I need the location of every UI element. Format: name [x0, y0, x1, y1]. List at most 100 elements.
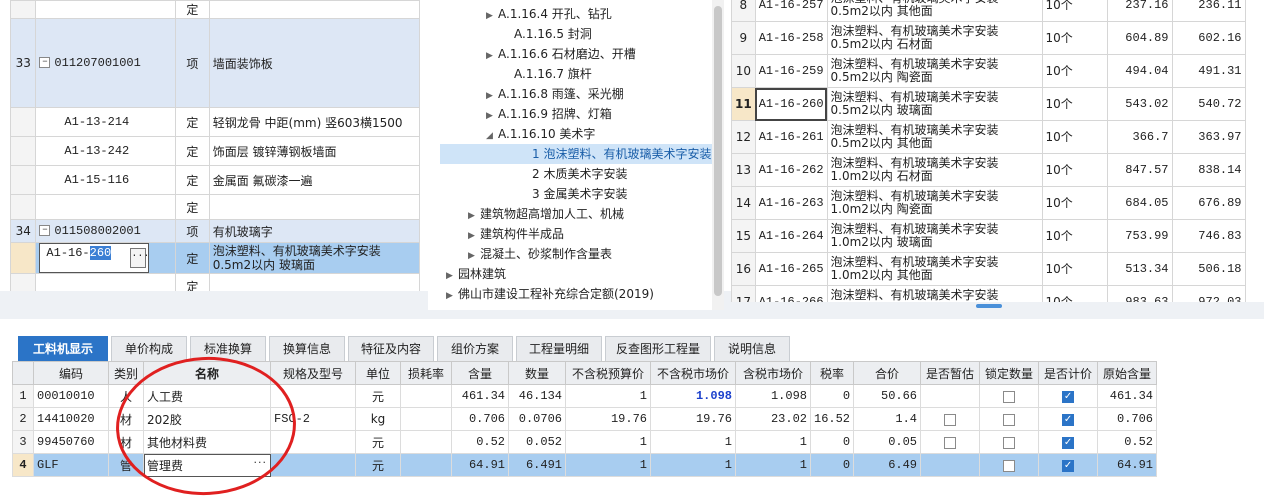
tree-expand-icon[interactable]: ▶: [446, 266, 458, 286]
lock-cell[interactable]: [979, 453, 1040, 477]
column-header[interactable]: 数量: [508, 361, 566, 385]
quota-list-row[interactable]: 10 A1-16-259 泡沫塑料、有机玻璃美术字安装 0.5m2以内 陶瓷面 10个…: [731, 54, 1246, 88]
type-cell[interactable]: 定: [175, 0, 210, 19]
column-header[interactable]: 编码: [33, 361, 109, 385]
checkbox-unchecked-icon[interactable]: [944, 436, 957, 449]
quota-list-row[interactable]: 13 A1-16-262 泡沫塑料、有机玻璃美术字安装 1.0m2以内 石材面 10个…: [731, 153, 1246, 187]
qty_content-cell[interactable]: 461.34: [451, 384, 509, 408]
quota-code[interactable]: A1-16-263: [754, 186, 828, 220]
quota-list-row[interactable]: 12 A1-16-261 泡沫塑料、有机玻璃美术字安装 0.5m2以内 其他面 10个…: [731, 120, 1246, 154]
code-cell[interactable]: 14410020: [33, 407, 109, 431]
cat-cell[interactable]: 人: [108, 384, 144, 408]
name-cell[interactable]: [208, 273, 420, 291]
tab-2[interactable]: 标准换算: [190, 336, 266, 361]
quota-code[interactable]: A1-16-259: [754, 54, 828, 88]
tree-node[interactable]: A.1.16.7 旗杆: [502, 64, 592, 84]
tree-expand-icon[interactable]: ◢: [486, 126, 498, 146]
quota-list-row[interactable]: 9 A1-16-258 泡沫塑料、有机玻璃美术字安装 0.5m2以内 石材面 10个 6…: [731, 21, 1246, 55]
column-header[interactable]: 税率: [809, 361, 855, 385]
type-cell[interactable]: 定: [175, 136, 210, 166]
tree-expand-icon[interactable]: ▶: [486, 6, 498, 26]
code-cell[interactable]: [35, 0, 177, 19]
lock-cell[interactable]: [979, 430, 1040, 454]
tab-1[interactable]: 单价构成: [111, 336, 187, 361]
checkbox-unchecked-icon[interactable]: [1003, 459, 1016, 472]
loss-cell[interactable]: [400, 407, 452, 431]
type-cell[interactable]: 定: [175, 273, 210, 291]
column-header[interactable]: 不含税市场价: [650, 361, 736, 385]
unit-cell[interactable]: 元: [355, 453, 401, 477]
orig-cell[interactable]: 0.706: [1097, 407, 1158, 431]
spec-cell[interactable]: FSC-2: [270, 407, 356, 431]
no-cell[interactable]: 4: [12, 453, 34, 477]
tree-node[interactable]: ▶ 混凝土、砂浆制作含量表: [468, 244, 612, 264]
quota-list-row[interactable]: 16 A1-16-265 泡沫塑料、有机玻璃美术字安装 1.0m2以内 其他面 10个…: [731, 252, 1246, 286]
budget-cell[interactable]: 1: [565, 430, 651, 454]
name-cell[interactable]: 墙面装饰板: [208, 18, 420, 108]
loss-cell[interactable]: [400, 384, 452, 408]
code-cell[interactable]: [35, 194, 177, 220]
column-header[interactable]: 是否暂估: [920, 361, 981, 385]
tree-expand-icon[interactable]: ▶: [446, 286, 458, 306]
column-header[interactable]: 原始含量: [1097, 361, 1158, 385]
priced-cell[interactable]: ✓: [1038, 453, 1099, 477]
qty_content-cell[interactable]: 64.91: [451, 453, 509, 477]
name-cell[interactable]: 有机玻璃字: [208, 219, 420, 243]
unit-cell[interactable]: 元: [355, 430, 401, 454]
market-cell[interactable]: 1.098: [650, 384, 736, 408]
column-header[interactable]: 不含税预算价: [565, 361, 651, 385]
no-cell[interactable]: 3: [12, 430, 34, 454]
column-header[interactable]: 单位: [355, 361, 401, 385]
spec-cell[interactable]: [270, 384, 356, 408]
checkbox-checked-icon[interactable]: ✓: [1062, 436, 1075, 449]
type-cell[interactable]: 定: [175, 242, 210, 274]
name-cell[interactable]: 金属面 氟碳漆一遍: [208, 165, 420, 195]
cat-cell[interactable]: 管: [108, 453, 144, 477]
column-header[interactable]: 规格及型号: [270, 361, 356, 385]
code-cell[interactable]: A1-16-260 ···: [35, 242, 177, 274]
quota-row[interactable]: A1-16-260 ··· 定泡沫塑料、有机玻璃美术字安装 0.5m2以内 玻璃面: [10, 242, 420, 274]
name-cell[interactable]: 202胶: [143, 407, 271, 431]
code-edit-box[interactable]: A1-16-260 ···: [39, 243, 149, 273]
tab-7[interactable]: 反查图形工程量: [605, 336, 711, 361]
type-cell[interactable]: 定: [175, 165, 210, 195]
code-cell[interactable]: GLF: [33, 453, 109, 477]
quota-row[interactable]: 定: [10, 0, 420, 19]
qty-cell[interactable]: 0.052: [508, 430, 566, 454]
column-header[interactable]: 损耗率: [400, 361, 452, 385]
tree-scrollbar[interactable]: [712, 0, 724, 310]
hscroll-thumb[interactable]: [976, 304, 1002, 308]
no-cell[interactable]: 2: [12, 407, 34, 431]
checkbox-unchecked-icon[interactable]: [1003, 413, 1016, 426]
type-cell[interactable]: 项: [175, 219, 210, 243]
name-cell[interactable]: 管理费 ···: [143, 453, 271, 477]
market_tax-cell[interactable]: 1: [735, 430, 811, 454]
name-cell[interactable]: 饰面层 镀锌薄钢板墙面: [208, 136, 420, 166]
column-header[interactable]: 合价: [853, 361, 922, 385]
tree-expand-icon[interactable]: ▶: [468, 226, 480, 246]
total-cell[interactable]: 0.05: [853, 430, 922, 454]
market_tax-cell[interactable]: 23.02: [735, 407, 811, 431]
tab-4[interactable]: 特征及内容: [348, 336, 434, 361]
column-header[interactable]: 是否计价: [1038, 361, 1099, 385]
checkbox-unchecked-icon[interactable]: [944, 413, 957, 426]
column-header[interactable]: 锁定数量: [979, 361, 1040, 385]
market_tax-cell[interactable]: 1.098: [735, 384, 811, 408]
quota-list-row[interactable]: 17A1-16-266泡沫塑料、有机玻璃美术字安装 1.0m210个983.63…: [731, 285, 1246, 302]
name-cell[interactable]: 人工费: [143, 384, 271, 408]
priced-cell[interactable]: ✓: [1038, 384, 1099, 408]
code-cell[interactable]: A1-13-242: [35, 136, 177, 166]
name-cell[interactable]: 其他材料费: [143, 430, 271, 454]
tab-5[interactable]: 组价方案: [437, 336, 513, 361]
no-cell[interactable]: 1: [12, 384, 34, 408]
quota-code[interactable]: A1-16-264: [754, 219, 828, 253]
material-row[interactable]: 1 00010010 人人工费 元 461.34 46.134 1 1.098 1.098 0 50…: [12, 384, 1158, 408]
tree-scroll-thumb[interactable]: [714, 6, 722, 296]
material-row[interactable]: 2 14410020 材 202胶 FSC-2 kg 0.706 0.0706 19.76 19.…: [12, 407, 1158, 431]
ellipsis-icon[interactable]: ···: [130, 248, 149, 268]
orig-cell[interactable]: 461.34: [1097, 384, 1158, 408]
qty-cell[interactable]: 6.491: [508, 453, 566, 477]
quota-code[interactable]: A1-16-266: [754, 285, 828, 302]
qty_content-cell[interactable]: 0.52: [451, 430, 509, 454]
tree-node[interactable]: 2 木质美术字安装: [520, 164, 627, 184]
